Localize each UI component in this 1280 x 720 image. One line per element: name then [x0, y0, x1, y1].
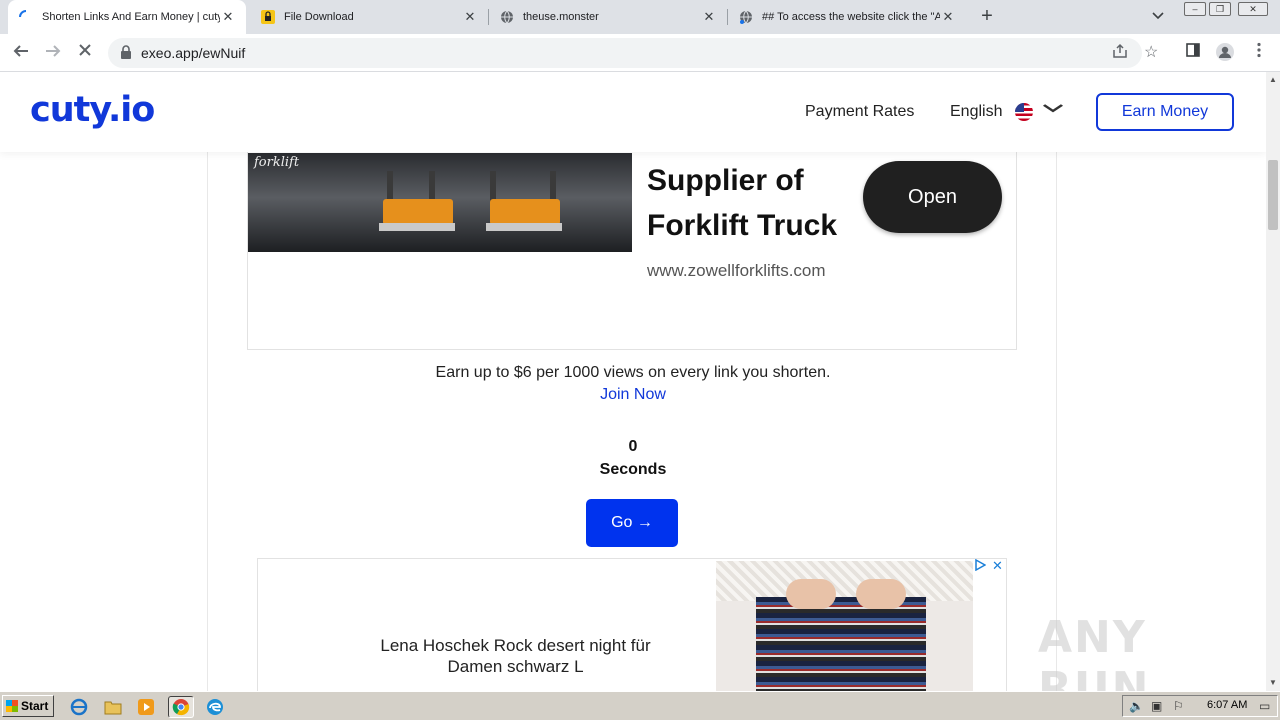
forward-arrow-icon[interactable]	[42, 42, 64, 64]
tab-close-icon[interactable]: ✕	[462, 9, 478, 25]
ad-open-button[interactable]: Open	[863, 161, 1002, 233]
address-bar[interactable]: exeo.app/ewNuif ☆	[108, 38, 1158, 68]
us-flag-icon	[1015, 103, 1033, 121]
restore-window-button[interactable]: ❐	[1209, 2, 1231, 16]
close-window-button[interactable]: ✕	[1238, 2, 1268, 16]
scroll-down-arrow-icon[interactable]: ▼	[1269, 678, 1277, 687]
chrome-icon[interactable]	[168, 696, 194, 718]
menu-kebab-icon[interactable]	[1248, 42, 1270, 64]
start-button[interactable]: Start	[2, 695, 54, 717]
explorer-folder-icon[interactable]	[102, 696, 124, 718]
forklift-truck-graphic	[480, 171, 565, 233]
bookmark-star-icon[interactable]: ☆	[1144, 42, 1158, 62]
browser-tab-strip: Shorten Links And Earn Money | cuty ✕ Fi…	[0, 0, 1280, 34]
ie-icon[interactable]	[68, 696, 90, 718]
earn-promo-text: Earn up to $6 per 1000 views on every li…	[435, 364, 831, 381]
site-header: cuty.io Payment Rates English Earn Money	[0, 72, 1266, 152]
system-tray: 🔈 ▣ ⚐ 6:07 AM ▭	[1122, 695, 1278, 717]
browser-toolbar: exeo.app/ewNuif ☆	[0, 34, 1280, 72]
chevron-down-icon[interactable]	[1042, 100, 1064, 118]
globe-icon	[499, 9, 515, 25]
forklift-ad[interactable]: forklift Supplier of Forklift Truck www.…	[247, 132, 1017, 350]
page-scrollbar[interactable]: ▲ ▼	[1266, 72, 1280, 691]
forklift-ad-image[interactable]: forklift	[248, 153, 632, 252]
tab-title: ## To access the website click the "A	[762, 11, 940, 23]
tab-search-chevron-icon[interactable]	[1152, 9, 1164, 23]
close-ad-icon[interactable]: ✕	[992, 559, 1003, 574]
url-text[interactable]: exeo.app/ewNuif	[141, 45, 245, 61]
loading-spinner-icon	[18, 9, 34, 25]
tab-file-download[interactable]: File Download ✕	[250, 0, 488, 34]
anyrun-watermark: ANY RUN	[1038, 612, 1151, 691]
globe-icon	[738, 9, 754, 25]
earn-money-button[interactable]: Earn Money	[1096, 93, 1234, 131]
language-selector[interactable]: English	[950, 103, 1002, 121]
lock-favicon-icon	[260, 9, 276, 25]
tab-title: File Download	[284, 11, 354, 23]
ad-product-image[interactable]	[716, 561, 973, 691]
ad-brand-text: forklift	[254, 155, 300, 170]
ad-url[interactable]: www.zowellforklifts.com	[647, 261, 826, 281]
tab-close-icon[interactable]: ✕	[940, 9, 956, 25]
tab-theuse-monster[interactable]: theuse.monster ✕	[489, 0, 727, 34]
stop-loading-icon[interactable]	[74, 42, 96, 64]
volume-icon[interactable]: 🔈	[1129, 699, 1144, 713]
forklift-truck-graphic	[373, 171, 458, 233]
share-icon[interactable]	[1112, 43, 1128, 63]
edge-icon[interactable]	[204, 696, 226, 718]
ad-product-title[interactable]: Lena Hoschek Rock desert night für Damen…	[348, 635, 683, 677]
countdown-label: Seconds	[599, 461, 667, 478]
ad-headline[interactable]: Supplier of Forklift Truck	[647, 158, 837, 248]
tab-cuty[interactable]: Shorten Links And Earn Money | cuty ✕	[8, 0, 246, 34]
back-arrow-icon[interactable]	[10, 42, 32, 64]
cuty-logo[interactable]: cuty.io	[30, 90, 155, 130]
go-button[interactable]: Go →	[586, 499, 678, 547]
skirt-ad[interactable]: Lena Hoschek Rock desert night für Damen…	[257, 558, 1007, 691]
taskbar-clock[interactable]: 6:07 AM	[1207, 699, 1247, 711]
tab-close-icon[interactable]: ✕	[701, 9, 717, 25]
lock-icon	[120, 45, 134, 61]
countdown-value: 0	[628, 438, 638, 455]
payment-rates-link[interactable]: Payment Rates	[805, 103, 914, 121]
tab-access-website[interactable]: ## To access the website click the "A ✕	[728, 0, 966, 34]
minimize-window-button[interactable]: –	[1184, 2, 1206, 16]
network-icon[interactable]: ▣	[1151, 699, 1162, 713]
windows-taskbar: Start 🔈 ▣ ⚐ 6:07 AM ▭	[0, 691, 1280, 720]
tab-title: Shorten Links And Earn Money | cuty	[42, 11, 220, 23]
tab-close-icon[interactable]: ✕	[220, 9, 236, 25]
tab-title: theuse.monster	[523, 11, 599, 23]
new-tab-button[interactable]: +	[976, 6, 998, 28]
media-player-icon[interactable]	[135, 696, 157, 718]
show-desktop-icon[interactable]: ▭	[1259, 699, 1270, 713]
join-now-link[interactable]: Join Now	[0, 386, 1266, 404]
action-center-flag-icon[interactable]: ⚐	[1173, 699, 1184, 713]
windows-logo-icon	[6, 700, 18, 712]
side-panel-icon[interactable]	[1182, 42, 1204, 64]
adchoices-icon[interactable]: ✕	[974, 559, 1006, 575]
scrollbar-thumb[interactable]	[1268, 160, 1278, 230]
profile-avatar-icon[interactable]	[1214, 42, 1236, 64]
web-page: forklift Supplier of Forklift Truck www.…	[0, 72, 1266, 691]
scroll-up-arrow-icon[interactable]: ▲	[1269, 75, 1277, 84]
